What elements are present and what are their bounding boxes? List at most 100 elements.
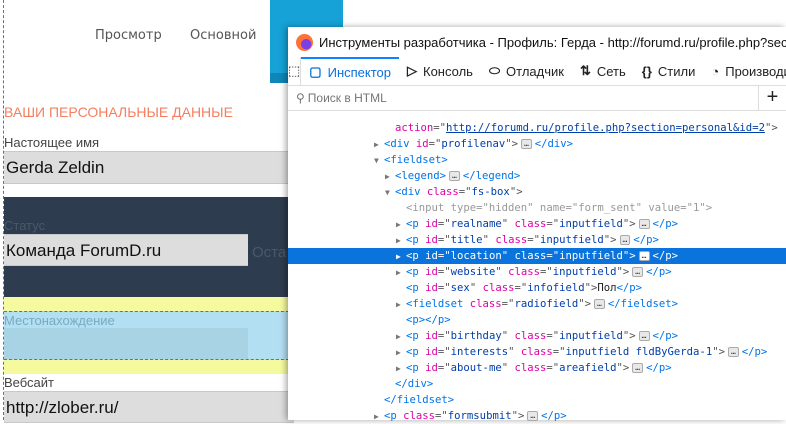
markup-token: ">	[622, 250, 636, 262]
tab-network[interactable]: ⇅ Сеть	[572, 57, 634, 85]
status-label: Статус	[4, 218, 46, 233]
location-input[interactable]	[4, 328, 248, 359]
markup-token: </p>	[646, 266, 672, 278]
markup-token: ="	[501, 298, 515, 310]
tab-label: Производительность	[725, 63, 786, 79]
expand-ellipsis-button[interactable]: …	[619, 235, 631, 245]
tab-styles[interactable]: {} Стили	[634, 57, 704, 85]
markup-token: class	[482, 282, 515, 294]
tree-row-selected[interactable]: ▶ <p id="location" class="inputfield">… </…	[288, 248, 786, 264]
network-icon: ⇅	[579, 63, 591, 78]
tree-row[interactable]: </fieldset>	[288, 392, 786, 408]
markup-token: class	[520, 346, 553, 358]
markup-token: id	[425, 330, 438, 342]
tab-performance[interactable]: ◔ Производительность	[703, 57, 786, 85]
collapsed-arrow-icon[interactable]: ▶	[396, 265, 406, 281]
collapsed-arrow-icon[interactable]: ▶	[396, 297, 406, 313]
markup-token: ="	[437, 282, 451, 294]
collapsed-arrow-icon[interactable]: ▶	[396, 345, 406, 361]
expanded-arrow-icon[interactable]: ▼	[374, 153, 384, 169]
markup-token: class	[514, 330, 547, 342]
markup-token: location	[450, 250, 502, 262]
tree-row[interactable]: ▶ <p class="formsubmit">… </p>	[288, 408, 786, 424]
markup-token: <p	[406, 330, 426, 342]
inspector-icon: ▢	[309, 64, 322, 79]
add-node-button[interactable]: +	[758, 86, 786, 110]
tree-row[interactable]: ▶ <div id="profilenav">… </div>	[288, 136, 786, 152]
collapsed-arrow-icon[interactable]: ▶	[396, 233, 406, 249]
element-picker-button[interactable]: ⬚	[288, 57, 302, 85]
tree-row[interactable]: ▶ <p id="interests" class="inputfield fld…	[288, 344, 786, 360]
collapsed-arrow-icon[interactable]: ▶	[374, 137, 384, 153]
expand-ellipsis-button[interactable]: …	[632, 267, 644, 277]
markup-token: inputfield	[559, 330, 623, 342]
markup-token: id	[425, 346, 438, 358]
tree-row[interactable]: <input type="hidden" name="form_sent" va…	[288, 200, 786, 216]
expand-ellipsis-button[interactable]: …	[638, 331, 650, 341]
tree-row[interactable]: <p></p>	[288, 312, 786, 328]
markup-token: radiofield	[514, 298, 579, 310]
realname-label: Настоящее имя	[4, 135, 100, 150]
tree-row[interactable]: ▶ <fieldset class="radiofield">… </fieldse…	[288, 296, 786, 312]
html-search-bar: ⚲ +	[288, 86, 786, 111]
collapsed-arrow-icon[interactable]: ▶	[396, 361, 406, 377]
location-label: Местонахождение	[4, 313, 115, 328]
expand-ellipsis-button[interactable]: …	[632, 363, 644, 373]
collapsed-arrow-icon[interactable]: ▶	[396, 217, 406, 233]
html-search-input[interactable]	[307, 91, 728, 105]
expand-ellipsis-button[interactable]: …	[593, 299, 605, 309]
tree-row[interactable]: <p id="sex" class="infofield">Пол</p>	[288, 280, 786, 296]
tree-row[interactable]: ▶ <p id="birthday" class="inputfield">… </…	[288, 328, 786, 344]
tree-row[interactable]: ▶ <p id="website" class="inputfield">… </p…	[288, 264, 786, 280]
expand-ellipsis-button[interactable]: …	[638, 219, 650, 229]
collapsed-arrow-icon[interactable]: ▶	[396, 249, 406, 265]
markup-token: </div>	[534, 138, 574, 150]
expand-ellipsis-button[interactable]: …	[638, 251, 650, 261]
website-input[interactable]: http://zlober.ru/	[4, 391, 294, 423]
collapsed-arrow-icon[interactable]: ▶	[374, 409, 384, 424]
markup-token: class	[426, 186, 459, 198]
tab-console[interactable]: ▷ Консоль	[399, 57, 481, 85]
tree-row[interactable]: </div>	[288, 376, 786, 392]
markup-token: ="	[458, 186, 472, 198]
tab-label: Сеть	[596, 63, 626, 79]
expand-ellipsis-button[interactable]: …	[727, 347, 739, 357]
nav-view[interactable]: Просмотр	[95, 28, 162, 43]
tree-row[interactable]: action="http://forumd.ru/profile.php?sec…	[288, 120, 786, 136]
expand-ellipsis-button[interactable]: …	[520, 139, 532, 149]
pick-element-icon: ⬚	[288, 63, 301, 78]
tab-debugger[interactable]: ⬭ Отладчик	[481, 57, 572, 85]
markup-token: ">	[505, 138, 518, 150]
devtools-window: Инструменты разработчика - Профиль: Герд…	[288, 27, 786, 422]
markup-token: ="	[435, 410, 448, 422]
markup-token: class	[495, 234, 528, 246]
expanded-arrow-icon[interactable]: ▼	[385, 185, 395, 201]
markup-token: ="	[527, 234, 540, 246]
tree-row[interactable]: ▼ <fieldset>	[288, 152, 786, 168]
tree-row[interactable]: ▶ <p id="realname" class="inputfield">… </…	[288, 216, 786, 232]
markup-token: realname	[450, 218, 502, 230]
status-input[interactable]: Команда ForumD.ru	[4, 234, 248, 266]
section-heading: ВАШИ ПЕРСОНАЛЬНЫЕ ДАННЫЕ	[4, 104, 233, 120]
markup-token: ="	[546, 362, 560, 374]
markup-token[interactable]: http://forumd.ru/profile.php?section=per…	[446, 122, 765, 134]
markup-token: <p	[406, 250, 426, 262]
collapsed-arrow-icon[interactable]: ▶	[396, 329, 406, 345]
markup-token: infofield	[527, 282, 585, 294]
expand-ellipsis-button[interactable]: …	[449, 171, 460, 181]
collapsed-arrow-icon[interactable]: ▶	[385, 169, 395, 185]
nav-main[interactable]: Основной	[190, 28, 256, 43]
markup-token: <p	[406, 282, 426, 294]
tab-inspector[interactable]: ▢ Инспектор	[301, 57, 399, 85]
tree-row[interactable]: ▼ <div class="fs-box">	[288, 184, 786, 200]
markup-token: ">	[712, 346, 725, 358]
markup-token: </p>	[646, 362, 672, 374]
debugger-icon: ⬭	[488, 63, 501, 78]
markup-token: ="	[437, 346, 451, 358]
window-title: Инструменты разработчика - Профиль: Герд…	[319, 34, 786, 50]
markup-tree[interactable]: ‾ ‾ ‾ ‾ ‾ ‾ action="http://forumd.ru/pro…	[288, 111, 786, 424]
tree-row[interactable]: ▶ <p id="title" class="inputfield">… </p>	[288, 232, 786, 248]
tree-row[interactable]: ▶ <p id="about-me" class="areafield">… </p…	[288, 360, 786, 376]
realname-input[interactable]: Gerda Zeldin	[4, 151, 294, 184]
tree-row[interactable]: ▶ <legend>… </legend>	[288, 168, 786, 184]
